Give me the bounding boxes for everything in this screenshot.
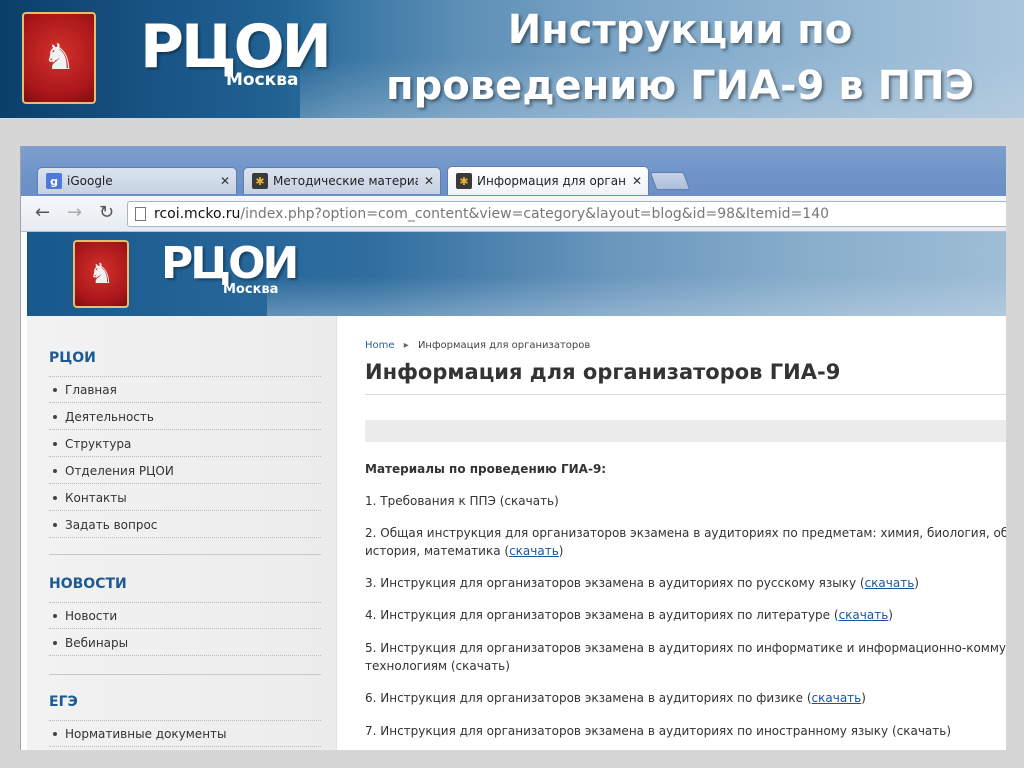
tab-label: iGoogle	[67, 174, 113, 188]
sidebar-item-label: Контакты	[65, 491, 127, 505]
rcoi-logo-subtext: Москва	[226, 70, 299, 90]
slide-title: Инструкции по проведению ГИА-9 в ППЭ	[340, 2, 1020, 114]
sidebar-heading-ege: ЕГЭ	[49, 694, 78, 710]
list-item-text: 7. Инструкция для организаторов экзамена…	[365, 724, 952, 738]
forward-arrow-icon[interactable]: →	[67, 203, 82, 223]
list-item-text: 6. Инструкция для организаторов экзамена…	[365, 691, 804, 705]
list-item: 1. Требования к ППЭ (скачать)	[365, 492, 1006, 510]
slide-header: ♞ РЦОИ Москва Инструкции по проведению Г…	[0, 0, 1024, 118]
bullet-icon	[53, 640, 57, 645]
sidebar-item-deyatelnost[interactable]: Деятельность	[49, 404, 321, 430]
joomla-icon: ✱	[456, 173, 472, 189]
new-tab-button[interactable]	[649, 172, 691, 190]
section-separator	[49, 554, 321, 555]
rider-icon: ♞	[42, 37, 76, 78]
tab-label: Информация для органи	[477, 174, 626, 188]
page-title: Информация для организаторов ГИА-9	[365, 360, 841, 384]
list-item-text: 2. Общая инструкция для организаторов эк…	[365, 526, 1006, 540]
address-path: /index.php?option=com_content&view=categ…	[240, 206, 830, 222]
bullet-icon	[53, 522, 57, 527]
page-content: РЦОИ Главная Деятельность Структура Отде…	[27, 316, 1006, 750]
tab-informaciya[interactable]: ✱ Информация для органи ✕	[447, 166, 649, 195]
section-separator	[49, 674, 321, 675]
list-item-text: технологиям (скачать)	[365, 659, 510, 673]
banner-skyline-image	[267, 276, 1006, 316]
rider-icon: ♞	[88, 257, 114, 290]
download-link[interactable]: скачать	[865, 576, 915, 590]
sidebar-heading-rcoi: РЦОИ	[49, 350, 96, 366]
sidebar-item-label: Главная	[65, 383, 117, 397]
slide-title-line1: Инструкции по	[507, 7, 853, 53]
sidebar-item-label: Структура	[65, 437, 132, 451]
bullet-icon	[53, 468, 57, 473]
list-item-text: 1. Требования к ППЭ (скачать)	[365, 494, 559, 508]
sidebar-item-label: Отделения РЦОИ	[65, 464, 174, 478]
bullet-icon	[53, 731, 57, 736]
bullet-icon	[53, 414, 57, 419]
list-item-text: 5. Инструкция для организаторов экзамена…	[365, 641, 1006, 655]
site-banner: ♞ РЦОИ Москва	[27, 232, 1006, 316]
article-toolbar	[365, 420, 1006, 442]
list-item-text: 4. Инструкция для организаторов экзамена…	[365, 608, 831, 622]
list-item: 3. Инструкция для организаторов экзамена…	[365, 576, 919, 590]
close-icon[interactable]: ✕	[220, 174, 230, 188]
bullet-icon	[53, 613, 57, 618]
sidebar-item-label: Нормативные документы	[65, 727, 227, 741]
list-item: 2. Общая инструкция для организаторов эк…	[365, 524, 1006, 560]
bullet-icon	[53, 495, 57, 500]
google-icon: g	[46, 173, 62, 189]
browser-toolbar: ← → ↻ rcoi.mcko.ru/index.php?option=com_…	[21, 196, 1006, 232]
list-item: 7. Инструкция для организаторов экзамена…	[365, 722, 1006, 740]
list-item: 5. Инструкция для организаторов экзамена…	[365, 639, 1006, 675]
site-logo-subtext: Москва	[223, 282, 279, 297]
breadcrumb-current: Информация для организаторов	[417, 340, 591, 351]
download-link[interactable]: скачать	[839, 608, 889, 622]
slide-title-line2: проведению ГИА-9 в ППЭ	[386, 63, 974, 109]
tab-metodicheskie[interactable]: ✱ Методические материал ✕	[243, 167, 441, 194]
sidebar-item-kontakty[interactable]: Контакты	[49, 485, 321, 511]
main-content: Home ▸ Информация для организаторов Инфо…	[365, 316, 1006, 750]
sidebar-item-label: Задать вопрос	[65, 518, 158, 532]
close-icon[interactable]: ✕	[632, 174, 642, 188]
breadcrumb-home-link[interactable]: Home	[365, 340, 395, 351]
list-item: 6. Инструкция для организаторов экзамена…	[365, 691, 866, 705]
breadcrumb: Home ▸ Информация для организаторов	[365, 340, 590, 351]
sidebar-item-zadat-vopros[interactable]: Задать вопрос	[49, 512, 321, 538]
reload-icon[interactable]: ↻	[99, 203, 114, 223]
list-item-text: история, математика	[365, 544, 501, 558]
download-link[interactable]: скачать	[509, 544, 559, 558]
moscow-coat-of-arms-icon: ♞	[73, 240, 129, 308]
divider	[365, 394, 1006, 395]
sidebar-item-label: Деятельность	[65, 410, 154, 424]
page-icon	[135, 207, 146, 221]
sidebar-item-novosti[interactable]: Новости	[49, 603, 321, 629]
bullet-icon	[53, 387, 57, 392]
list-item: 4. Инструкция для организаторов экзамена…	[365, 608, 893, 622]
sidebar-item-label: Новости	[65, 609, 118, 623]
joomla-icon: ✱	[252, 173, 268, 189]
bullet-icon	[53, 441, 57, 446]
sidebar-item-otdeleniya[interactable]: Отделения РЦОИ	[49, 458, 321, 484]
download-link[interactable]: скачать	[812, 691, 862, 705]
tab-strip: g iGoogle ✕ ✱ Методические материал ✕ ✱ …	[21, 146, 1006, 196]
sidebar-item-vebinary[interactable]: Вебинары	[49, 630, 321, 656]
tab-label: Методические материал	[273, 174, 418, 188]
sidebar-item-label: Вебинары	[65, 636, 129, 650]
address-host: rcoi.mcko.ru	[154, 206, 241, 222]
tab-igoogle[interactable]: g iGoogle ✕	[37, 167, 237, 194]
sidebar-heading-novosti: НОВОСТИ	[49, 576, 127, 592]
sidebar-item-normativnye[interactable]: Нормативные документы	[49, 721, 321, 747]
sidebar: РЦОИ Главная Деятельность Структура Отде…	[27, 316, 337, 750]
breadcrumb-separator-icon: ▸	[403, 340, 409, 351]
list-item-text: 3. Инструкция для организаторов экзамена…	[365, 576, 857, 590]
sidebar-item-glavnaya[interactable]: Главная	[49, 377, 321, 403]
close-icon[interactable]: ✕	[424, 174, 434, 188]
back-arrow-icon[interactable]: ←	[35, 203, 50, 223]
sidebar-item-struktura[interactable]: Структура	[49, 431, 321, 457]
address-bar[interactable]: rcoi.mcko.ru/index.php?option=com_conten…	[127, 201, 1006, 227]
materials-intro: Материалы по проведению ГИА-9:	[365, 462, 607, 476]
moscow-coat-of-arms-icon: ♞	[22, 12, 96, 104]
browser-window: g iGoogle ✕ ✱ Методические материал ✕ ✱ …	[20, 146, 1006, 750]
